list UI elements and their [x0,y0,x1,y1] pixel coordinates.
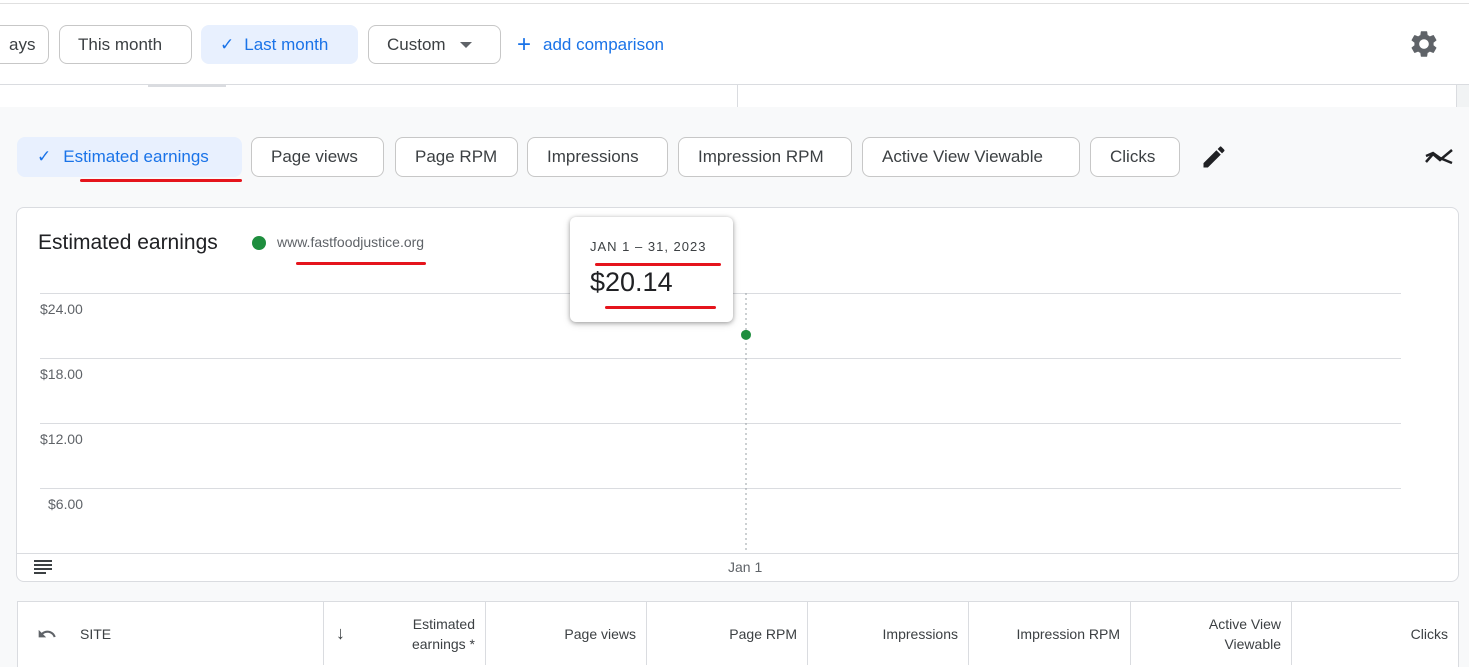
y-tick-label: $18.00 [40,366,83,382]
custom-dropdown[interactable]: Custom [368,25,501,64]
metric-label: Impressions [547,147,639,166]
undo-icon[interactable] [36,624,58,644]
legend-dot [252,236,266,250]
tooltip-value: $20.14 [590,267,673,297]
annotation-underline [296,262,426,265]
settings-gear-icon[interactable] [1408,28,1440,60]
active-view-header-line1: Active View [1208,615,1281,632]
this-month-chip[interactable]: This month [59,25,192,64]
top-divider [0,3,1469,4]
metric-label: Impression RPM [698,147,824,166]
annotation-underline [80,179,242,182]
page-rpm-column-header[interactable]: Page RPM [647,602,808,665]
check-icon: ✓ [220,34,235,54]
earnings-header-line1: Estimated [412,615,475,632]
clicks-column-header[interactable]: Clicks [1292,602,1458,665]
metric-chip-page-views[interactable]: Page views [251,137,384,177]
chart-legend-menu-icon[interactable] [34,560,52,574]
metric-label: Estimated earnings [63,147,209,166]
impressions-header-label: Impressions [882,625,958,642]
check-icon: ✓ [37,147,52,166]
metric-label: Page views [271,147,358,166]
trend-toggle-icon[interactable] [1424,146,1454,168]
metric-chip-estimated-earnings[interactable]: ✓ Estimated earnings [17,137,242,177]
impression-rpm-column-header[interactable]: Impression RPM [969,602,1131,665]
metric-chip-page-rpm[interactable]: Page RPM [395,137,518,177]
clicks-header-label: Clicks [1410,625,1448,642]
impression-rpm-header-label: Impression RPM [1016,625,1120,642]
sort-down-arrow-icon: ↓ [336,623,345,643]
annotation-underline [595,263,721,266]
last-month-label: Last month [244,34,329,54]
y-tick-label: $12.00 [40,431,83,447]
site-header-label: SITE [80,625,112,642]
page-views-column-header[interactable]: Page views [486,602,647,665]
edit-pencil-icon[interactable] [1200,143,1228,171]
page-rpm-header-label: Page RPM [729,625,797,642]
metric-chip-impressions[interactable]: Impressions [527,137,668,177]
add-comparison-button[interactable]: + add comparison [517,30,664,60]
page-views-header-label: Page views [564,625,636,642]
date-chip-label: ays [9,34,36,54]
plus-icon: + [517,31,532,58]
legend-site-label: www.fastfoodjustice.org [277,234,425,250]
y-tick-label: $24.00 [40,301,83,317]
last-month-chip[interactable]: ✓ Last month [201,25,358,64]
metric-label: Page RPM [415,147,498,166]
add-comparison-label: add comparison [543,35,664,54]
chart-title: Estimated earnings [38,231,218,254]
metric-chip-active-view-viewable[interactable]: Active View Viewable [862,137,1080,177]
chart-card [16,207,1459,582]
tooltip-date: JAN 1 – 31, 2023 [590,239,707,254]
summary-strip [0,84,1469,108]
site-column-header[interactable]: SITE [18,602,324,665]
x-tick-label: Jan 1 [728,559,763,575]
earnings-column-header[interactable]: ↓ Estimated earnings * [324,602,486,665]
metric-label: Active View Viewable [882,147,1043,166]
active-view-column-header[interactable]: Active View Viewable [1131,602,1292,665]
active-view-header-line2: Viewable [1224,635,1281,652]
impressions-column-header[interactable]: Impressions [808,602,969,665]
earnings-header-line2: earnings * [411,635,475,652]
y-tick-label: $6.00 [48,496,84,512]
dropdown-arrow-icon [459,41,472,48]
metric-chip-clicks[interactable]: Clicks [1090,137,1180,177]
metric-label: Clicks [1110,147,1156,166]
metric-chip-impression-rpm[interactable]: Impression RPM [678,137,852,177]
annotation-underline [605,306,716,309]
date-chip-partial[interactable]: ays [0,25,49,64]
custom-label: Custom [387,34,446,54]
this-month-label: This month [78,34,163,54]
